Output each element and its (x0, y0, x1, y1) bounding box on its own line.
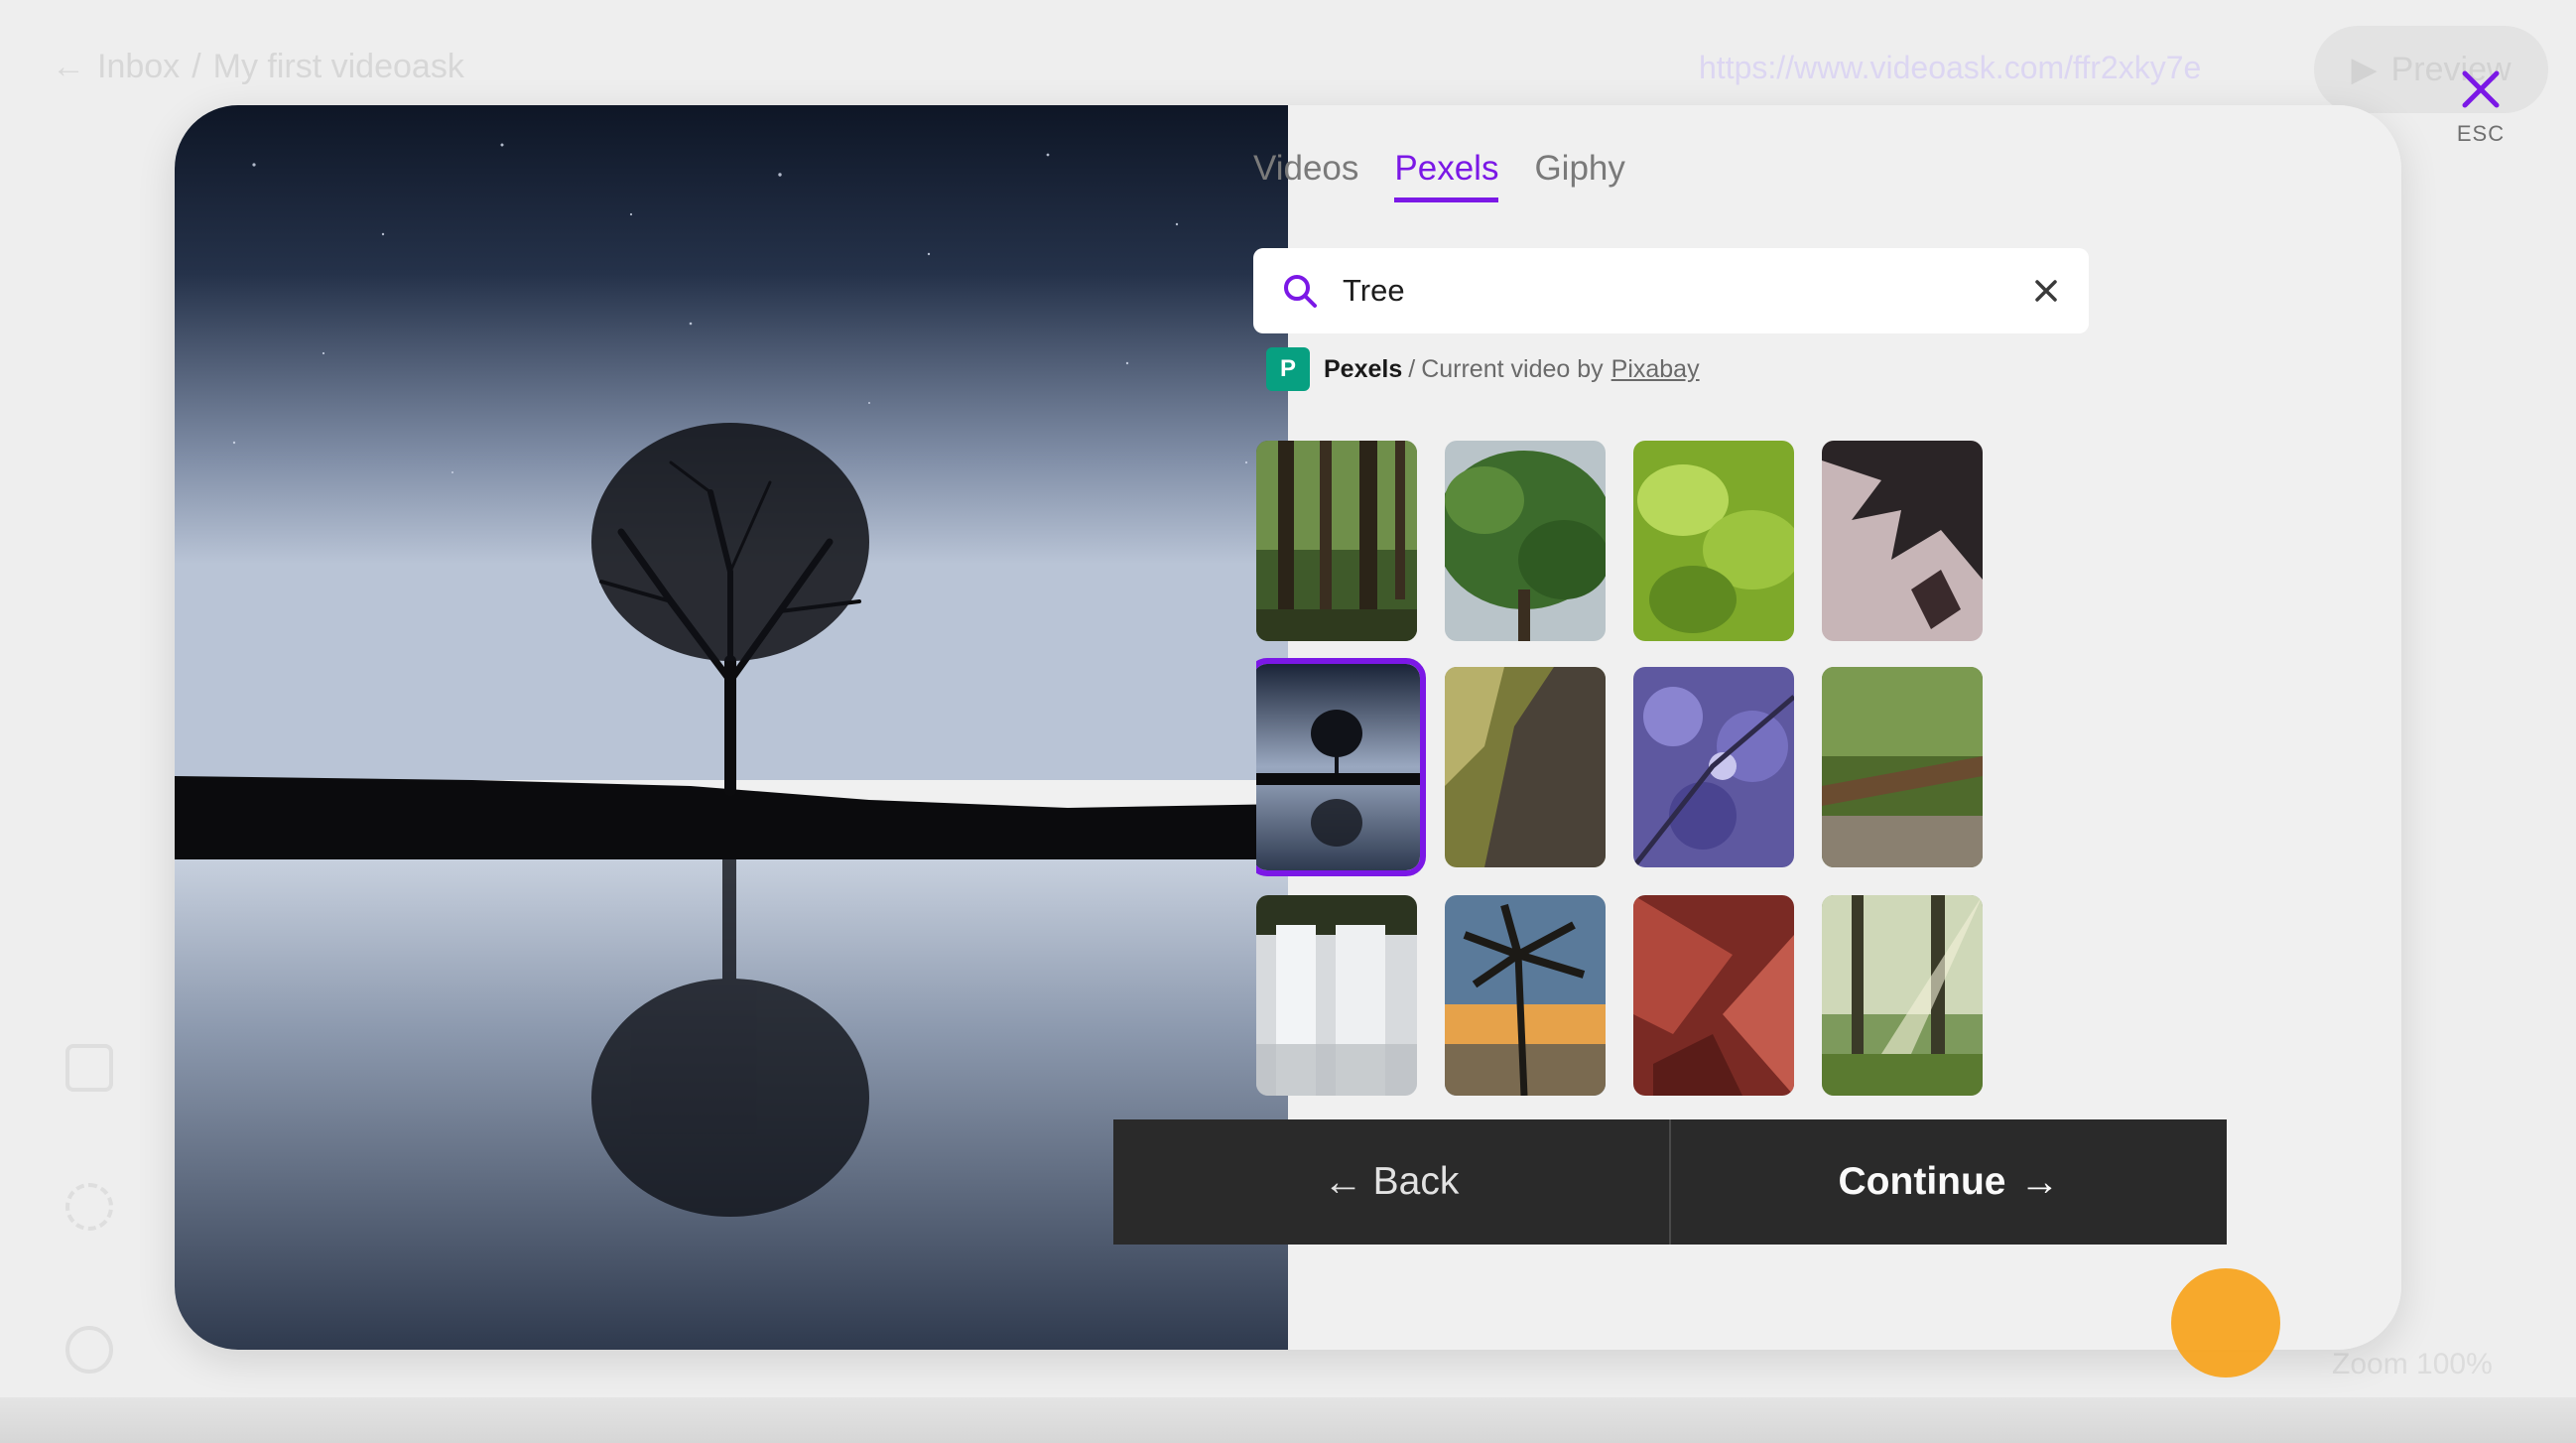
thumbnail-waterfall[interactable] (1256, 895, 1417, 1096)
thumbnail-sunlit-forest[interactable] (1822, 895, 1983, 1096)
thumbnail-image (1633, 667, 1794, 867)
breadcrumb-back: Inbox (97, 48, 181, 85)
preview-button: ▶ Preview (2314, 26, 2548, 113)
attribution-text: Current video by (1421, 354, 1604, 383)
thumbnail-forest-trunks[interactable] (1256, 441, 1417, 641)
background-bottom-strip (0, 1397, 2576, 1443)
arrow-left-icon: ← (52, 48, 85, 85)
attribution-author-link[interactable]: Pixabay (1611, 355, 1700, 384)
thumbnail-image (1256, 441, 1417, 641)
breadcrumb-separator: / (192, 48, 201, 85)
close-button[interactable]: ESC (2451, 67, 2511, 157)
continue-button[interactable]: Continue → (1671, 1119, 2227, 1245)
zoom-label: Zoom 100% (2332, 1348, 2493, 1380)
close-icon[interactable] (2031, 276, 2061, 306)
attribution-separator: / (1408, 354, 1416, 383)
thumbnail-image (1633, 441, 1794, 641)
gear-icon (65, 1183, 113, 1231)
thumbnail-image (1822, 895, 1983, 1096)
pexels-logo-icon: P (1266, 347, 1310, 391)
tab-pexels[interactable]: Pexels (1394, 149, 1499, 202)
thumbnail-image (1633, 895, 1794, 1096)
back-label: Back (1372, 1160, 1460, 1203)
thumbnail-tree-bark[interactable] (1445, 667, 1606, 867)
thumbnail-image (1445, 441, 1606, 641)
arrow-right-icon: → (2019, 1159, 2060, 1204)
close-icon (2462, 70, 2500, 108)
continue-label: Continue (1838, 1160, 2006, 1203)
video-attribution: P Pexels / Current video by Pixabay (1266, 347, 1700, 391)
thumbnail-palm-sunset[interactable] (1445, 895, 1606, 1096)
thumbnail-image (1256, 895, 1417, 1096)
esc-label: ESC (2456, 121, 2506, 146)
source-tabs: Videos Pexels Giphy (1253, 149, 1625, 202)
thumbnail-image (1822, 441, 1983, 641)
tab-videos[interactable]: Videos (1253, 149, 1358, 202)
video-results-grid (1256, 441, 2110, 1231)
breadcrumb: ← Inbox / My first videoask (52, 48, 464, 86)
share-url: https://www.videoask.com/ffr2xky7e (1699, 50, 2202, 85)
thumbnail-red-leaves[interactable] (1633, 895, 1794, 1096)
thumbnail-image (1445, 667, 1606, 867)
back-button[interactable]: ← Back (1113, 1119, 1671, 1245)
chat-icon (65, 1326, 113, 1374)
thumbnail-jungle-creek[interactable] (1822, 667, 1983, 867)
search-icon (1284, 275, 1317, 308)
tab-giphy[interactable]: Giphy (1534, 149, 1624, 202)
thumbnail-image (1445, 895, 1606, 1096)
search-input[interactable] (1341, 272, 2031, 310)
thumbnail-green-canopy[interactable] (1445, 441, 1606, 641)
breadcrumb-title: My first videoask (212, 48, 464, 85)
play-icon: ▶ (2351, 51, 2378, 88)
thumbnail-purple-blossoms[interactable] (1633, 667, 1794, 867)
thumbnail-lone-tree-lake[interactable] (1256, 658, 1426, 876)
attribution-brand: Pexels (1324, 354, 1403, 383)
modal-footer: ← Back Continue → (1113, 1119, 2227, 1245)
thumbnail-image (1822, 667, 1983, 867)
arrow-left-icon: ← (1323, 1159, 1363, 1204)
contact-icon (65, 1044, 113, 1092)
search-box (1253, 248, 2089, 333)
thumbnail-maple-silhouette[interactable] (1822, 441, 1983, 641)
thumbnail-green-leaves[interactable] (1633, 441, 1794, 641)
thumbnail-image (1256, 664, 1420, 870)
